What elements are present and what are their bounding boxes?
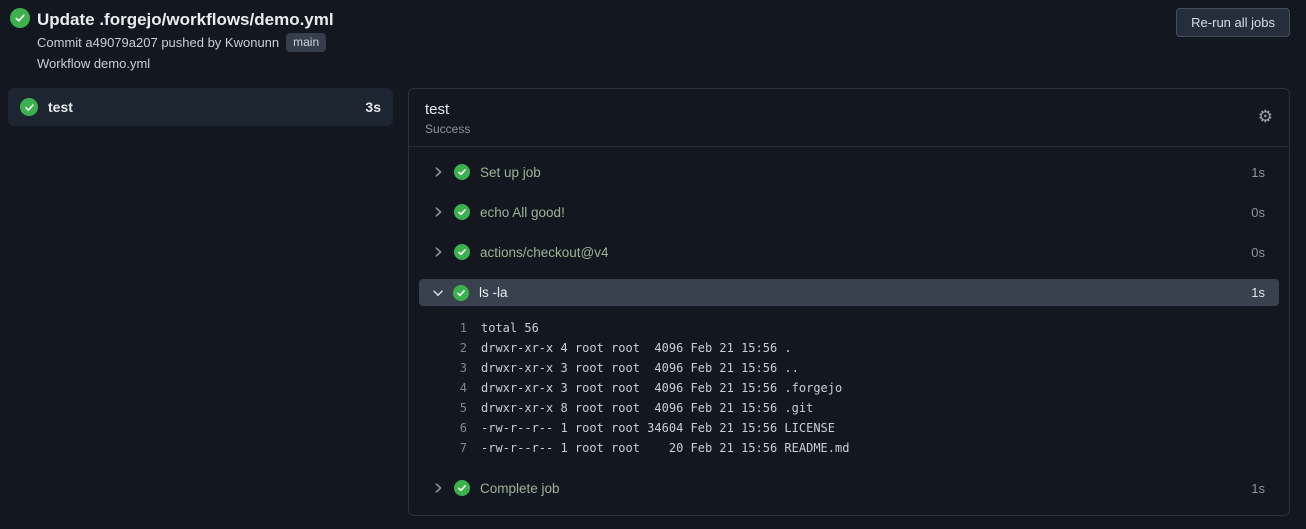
chevron-right-icon	[431, 245, 445, 259]
step-success-check-icon	[453, 284, 469, 301]
log-line-number: 5	[459, 401, 467, 415]
log-line: 3 drwxr-xr-x 3 root root 4096 Feb 21 15:…	[409, 358, 1289, 378]
log-line-text: -rw-r--r-- 1 root root 34604 Feb 21 15:5…	[481, 421, 836, 435]
log-line: 7 -rw-r--r-- 1 root root 20 Feb 21 15:56…	[409, 438, 1289, 458]
job-detail-panel: test Success ⚙ Set up job 1s echo All go…	[408, 88, 1290, 516]
log-line: 4 drwxr-xr-x 3 root root 4096 Feb 21 15:…	[409, 378, 1289, 398]
workflow-line: Workflow demo.yml	[37, 56, 151, 71]
branch-badge[interactable]: main	[286, 33, 327, 52]
log-line: 5 drwxr-xr-x 8 root root 4096 Feb 21 15:…	[409, 398, 1289, 418]
run-info: Update .forgejo/workflows/demo.yml Commi…	[10, 8, 334, 73]
step-duration: 0s	[1251, 244, 1265, 260]
chevron-right-icon	[431, 481, 445, 495]
step-duration: 1s	[1251, 164, 1265, 180]
step-success-check-icon	[454, 480, 470, 496]
step-duration: 1s	[1251, 480, 1265, 496]
job-duration: 3s	[365, 99, 381, 115]
rerun-all-jobs-button[interactable]: Re-run all jobs	[1176, 8, 1290, 37]
gear-icon[interactable]: ⚙	[1258, 108, 1273, 125]
job-success-check-icon	[20, 98, 38, 116]
job-name: test	[48, 99, 73, 115]
run-title: Update .forgejo/workflows/demo.yml	[37, 10, 334, 29]
log-line-number: 7	[459, 441, 467, 455]
log-line-number: 1	[459, 321, 467, 335]
log-line: 2 drwxr-xr-x 4 root root 4096 Feb 21 15:…	[409, 338, 1289, 358]
step-list: Set up job 1s echo All good! 0s actions/…	[409, 147, 1289, 515]
chevron-right-icon	[431, 205, 445, 219]
log-line-text: -rw-r--r-- 1 root root 20 Feb 21 15:56 R…	[481, 441, 850, 455]
log-line-text: drwxr-xr-x 8 root root 4096 Feb 21 15:56…	[481, 401, 814, 415]
step-success-check-icon	[454, 164, 470, 180]
commit-label: Commit	[37, 35, 86, 50]
log-line-text: total 56	[481, 321, 539, 335]
log-line: 1 total 56	[409, 318, 1289, 338]
step-row-ls-la-expanded[interactable]: ls -la 1s	[419, 279, 1279, 306]
step-label: ls -la	[479, 285, 508, 300]
job-panel-status: Success	[425, 122, 471, 136]
step-row-complete-job[interactable]: Complete job 1s	[409, 468, 1289, 508]
log-line-number: 2	[459, 341, 467, 355]
job-panel-header: test Success ⚙	[409, 89, 1289, 147]
run-success-check-icon	[10, 8, 30, 28]
run-header: Update .forgejo/workflows/demo.yml Commi…	[0, 0, 1306, 88]
step-label: actions/checkout@v4	[480, 244, 609, 260]
commit-line: Commit a49079a207 pushed by Kwonunn main	[37, 33, 334, 52]
step-label: Complete job	[480, 480, 560, 496]
log-line-text: drwxr-xr-x 4 root root 4096 Feb 21 15:56…	[481, 341, 792, 355]
log-line: 6 -rw-r--r-- 1 root root 34604 Feb 21 15…	[409, 418, 1289, 438]
log-line-text: drwxr-xr-x 3 root root 4096 Feb 21 15:56…	[481, 381, 843, 395]
log-line-number: 4	[459, 381, 467, 395]
commit-author[interactable]: Kwonunn	[225, 33, 279, 52]
chevron-down-icon	[431, 286, 445, 300]
step-row-setup-job[interactable]: Set up job 1s	[409, 152, 1289, 192]
step-row-checkout[interactable]: actions/checkout@v4 0s	[409, 232, 1289, 272]
step-success-check-icon	[454, 204, 470, 220]
log-line-number: 3	[459, 361, 467, 375]
commit-sha[interactable]: a49079a207	[85, 33, 157, 52]
step-duration: 1s	[1251, 285, 1265, 300]
step-success-check-icon	[454, 244, 470, 260]
job-panel-title: test	[425, 101, 450, 118]
chevron-right-icon	[431, 165, 445, 179]
step-label: Set up job	[480, 164, 541, 180]
job-list: test 3s	[8, 88, 393, 126]
log-line-number: 6	[459, 421, 467, 435]
log-line-text: drwxr-xr-x 3 root root 4096 Feb 21 15:56…	[481, 361, 799, 375]
job-item-test[interactable]: test 3s	[8, 88, 393, 126]
step-row-echo[interactable]: echo All good! 0s	[409, 192, 1289, 232]
step-label: echo All good!	[480, 204, 565, 220]
commit-pushed-by-text: pushed by	[157, 35, 225, 50]
step-duration: 0s	[1251, 204, 1265, 220]
step-log-output: 1 total 56 2 drwxr-xr-x 4 root root 4096…	[409, 312, 1289, 468]
